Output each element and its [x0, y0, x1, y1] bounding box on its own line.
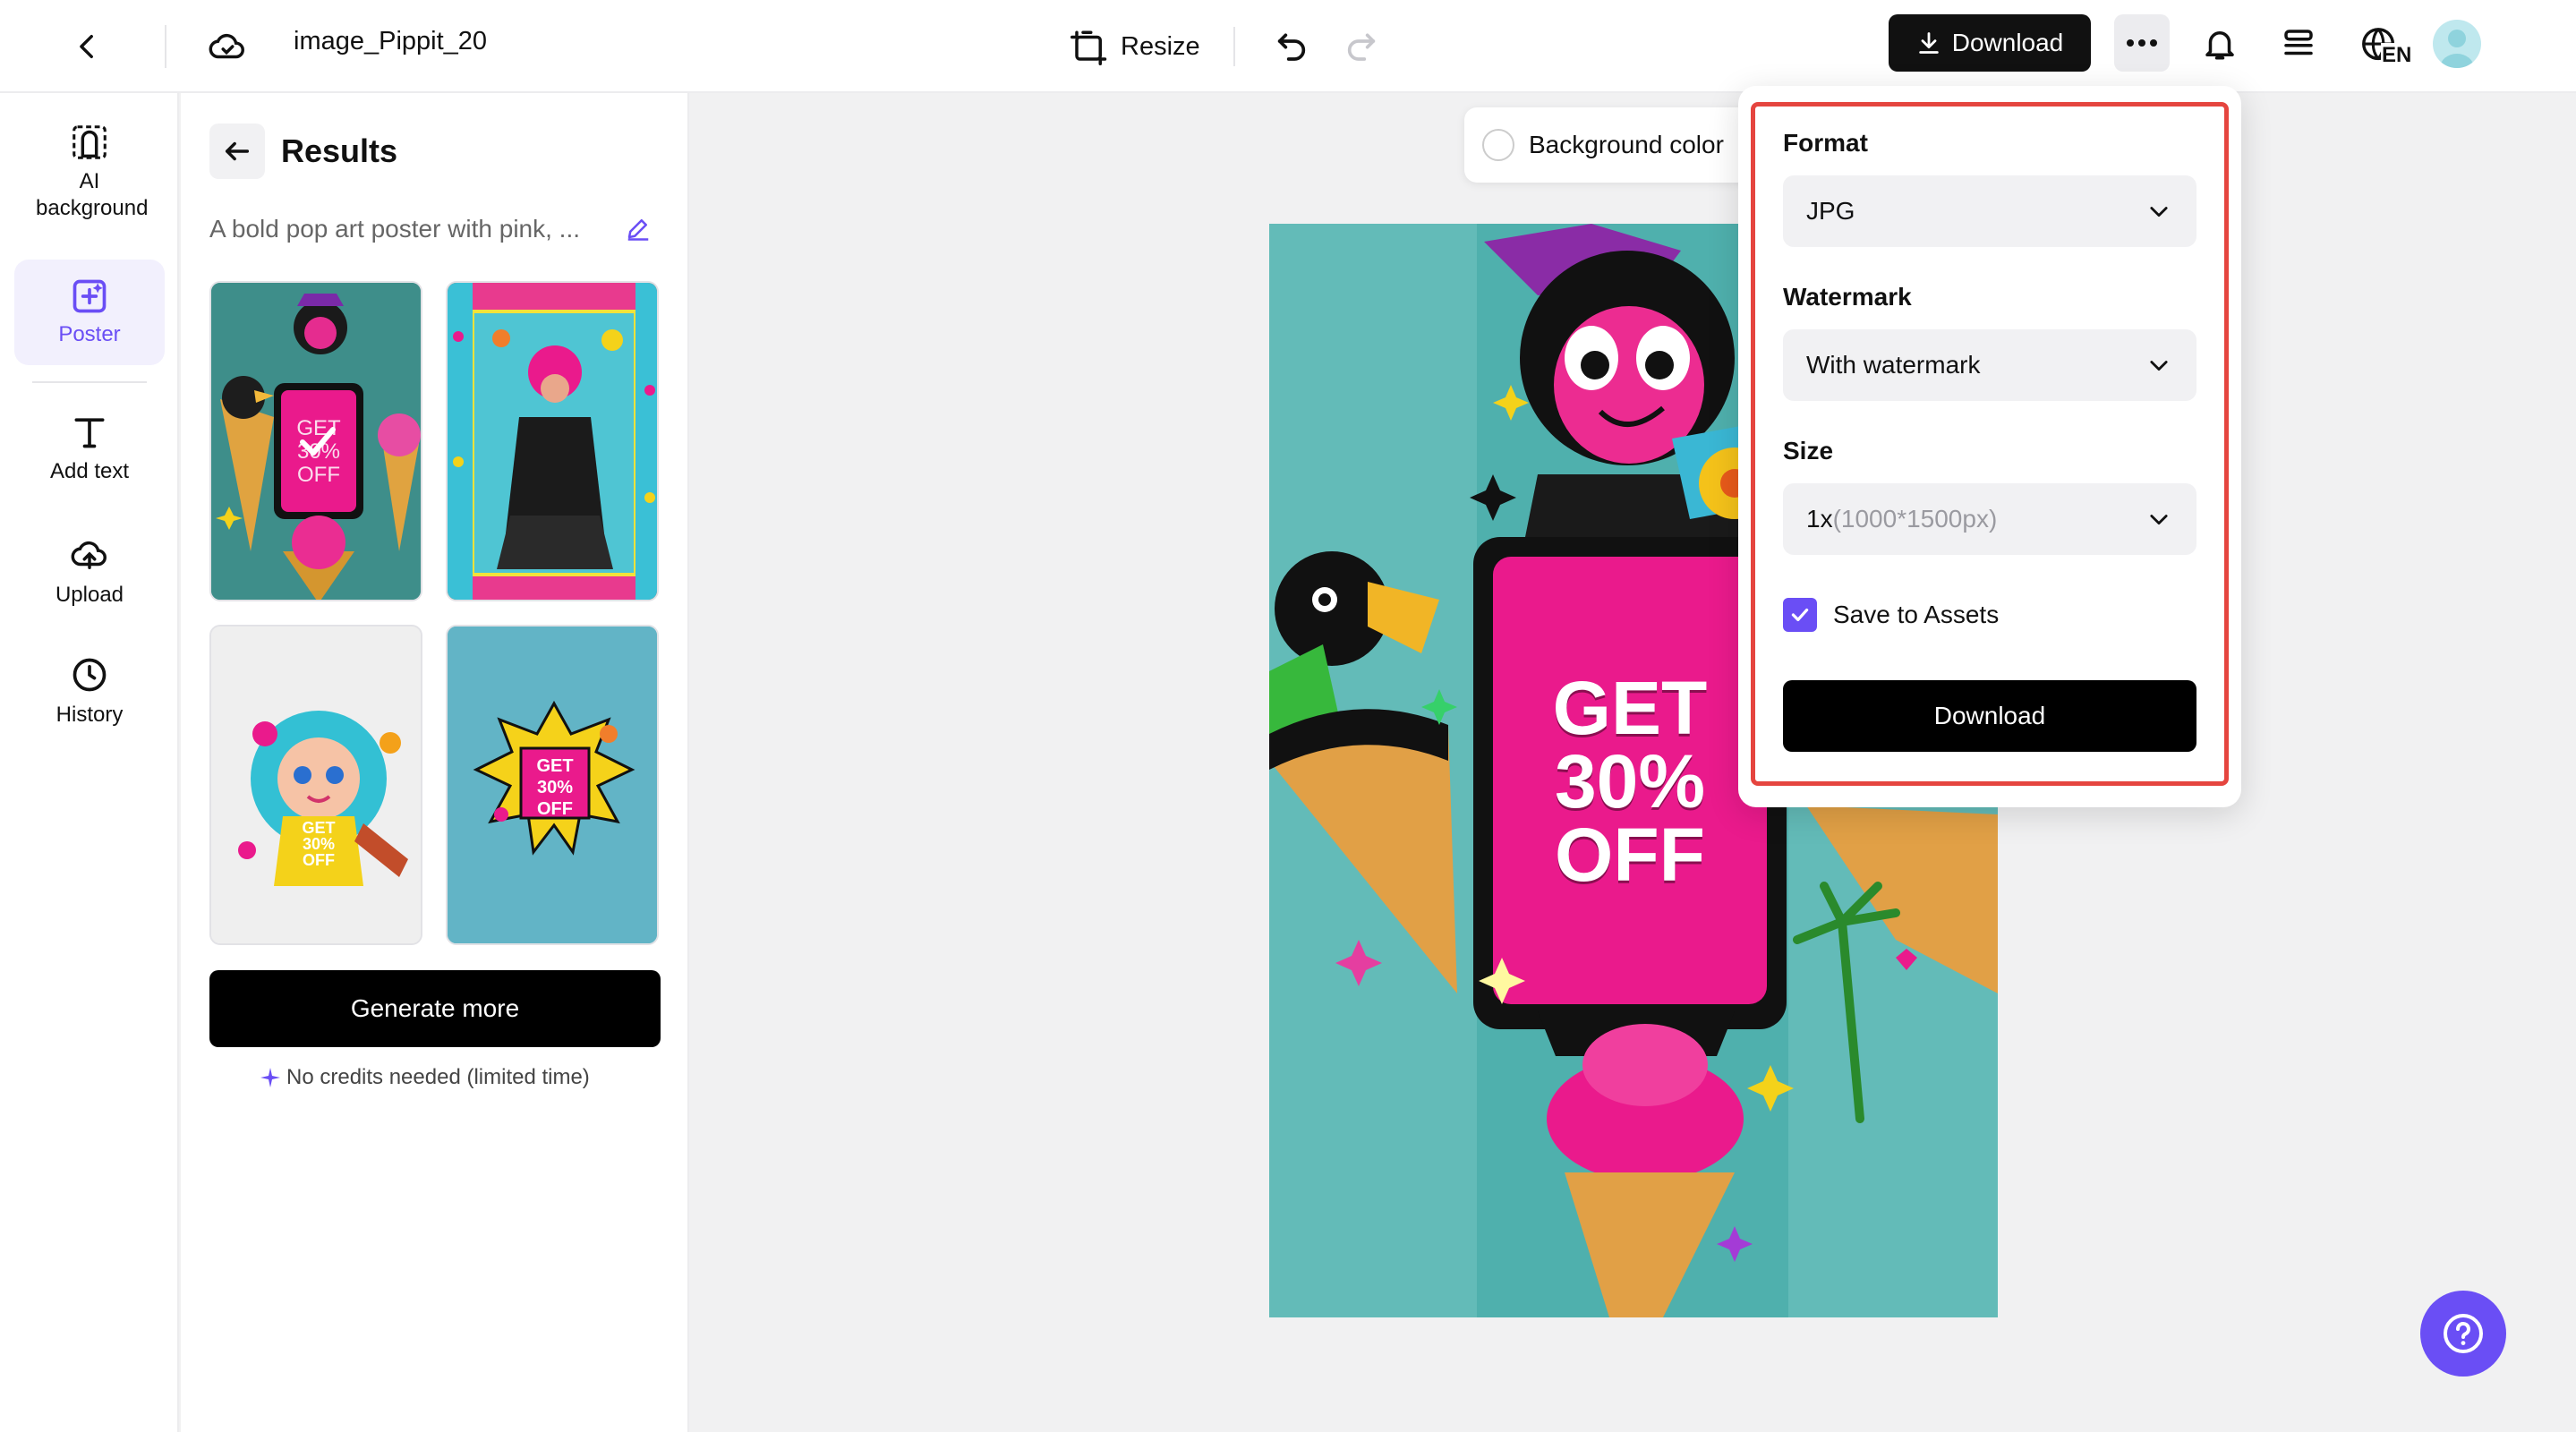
- chevron-left-icon: [80, 34, 93, 59]
- user-avatar-icon: [2440, 30, 2474, 68]
- format-select[interactable]: JPG: [1783, 175, 2196, 247]
- poster-headline: GET 30% OFF: [1493, 666, 1767, 897]
- format-value: JPG: [1806, 197, 1855, 225]
- selected-check-icon: [300, 427, 336, 456]
- generate-more-label: Generate more: [350, 994, 520, 1022]
- sidebar-item-poster[interactable]: Poster: [14, 260, 165, 365]
- thumbnail-caption: GET 30% OFF: [536, 756, 574, 819]
- more-horizontal-icon: [2127, 39, 2157, 47]
- canvas-area: Background color GET 30% OFF: [691, 93, 2576, 1432]
- question-mark-icon: [2444, 1314, 2483, 1353]
- result-thumbnail-1[interactable]: GET 30% OFF: [209, 281, 422, 601]
- sidebar-item-ai-background[interactable]: AI background: [14, 122, 165, 238]
- size-label: Size: [1783, 437, 1834, 465]
- tool-sidebar: AI background Poster Add text Upload His…: [0, 93, 179, 1432]
- sidebar-item-history[interactable]: History: [14, 655, 165, 745]
- chevron-down-icon: [2150, 361, 2168, 371]
- chevron-down-icon: [2150, 207, 2168, 217]
- pencil-icon: [627, 219, 649, 241]
- sidebar-item-label: Add text: [49, 459, 130, 483]
- credits-note-text: No credits needed (limited time): [286, 1065, 590, 1089]
- language-code: EN: [2381, 43, 2413, 68]
- cloud-icon: [209, 33, 244, 59]
- size-value-detail: (1000*1500px): [1832, 505, 1998, 533]
- credits-note: No credits needed (limited time): [260, 1065, 590, 1090]
- poster-line-2: 30%: [1554, 739, 1706, 823]
- layers-icon: [2284, 30, 2313, 55]
- cloud-save-button[interactable]: [200, 21, 254, 72]
- history-icon: [73, 658, 107, 692]
- avatar[interactable]: [2433, 20, 2481, 68]
- back-button[interactable]: [63, 21, 113, 72]
- download-confirm-button[interactable]: Download: [1783, 680, 2196, 752]
- undo-button[interactable]: [1266, 20, 1318, 72]
- resize-button[interactable]: Resize: [1070, 20, 1200, 73]
- resize-icon: [1070, 30, 1107, 65]
- size-select[interactable]: 1x (1000*1500px): [1783, 483, 2196, 555]
- size-value-main: 1x: [1806, 505, 1833, 533]
- notifications-button[interactable]: [2195, 18, 2245, 70]
- sidebar-item-upload[interactable]: Upload: [14, 533, 165, 623]
- format-label: Format: [1783, 129, 1868, 157]
- background-color-label: Background color: [1529, 131, 1724, 158]
- thumbnail-art: [211, 626, 421, 943]
- arrow-left-icon: [225, 141, 250, 161]
- redo-icon: [1347, 33, 1376, 61]
- poster-line-3: OFF: [1555, 813, 1705, 897]
- poster-line-1: GET: [1552, 666, 1708, 750]
- help-button[interactable]: [2420, 1291, 2506, 1377]
- thumbnail-caption: GET 30% OFF: [302, 819, 336, 869]
- watermark-select[interactable]: With watermark: [1783, 329, 2196, 401]
- redo-button[interactable]: [1335, 20, 1387, 72]
- sidebar-divider: [32, 381, 147, 383]
- layers-button[interactable]: [2273, 18, 2324, 70]
- save-to-assets-checkbox[interactable]: Save to Assets: [1783, 598, 1999, 632]
- download-dropdown: Format JPG Watermark With watermark Size…: [1738, 86, 2241, 807]
- results-title: Results: [281, 132, 398, 169]
- file-name[interactable]: image_Pippit_20: [294, 27, 487, 56]
- poster-icon: [73, 279, 107, 313]
- sidebar-item-label: History: [55, 703, 124, 727]
- text-icon: [74, 418, 105, 448]
- sidebar-item-add-text[interactable]: Add text: [14, 412, 165, 501]
- download-icon: [1919, 32, 1939, 54]
- divider: [1233, 27, 1235, 66]
- prompt-text: A bold pop art poster with pink, ...: [209, 215, 581, 243]
- result-thumbnail-3[interactable]: GET 30% OFF: [209, 625, 422, 945]
- header-download-button[interactable]: Download: [1889, 14, 2091, 72]
- generate-more-button[interactable]: Generate more: [209, 970, 661, 1047]
- download-confirm-label: Download: [1933, 702, 2046, 729]
- checkbox-checked-icon: [1783, 598, 1817, 632]
- results-panel: Results A bold pop art poster with pink,…: [181, 93, 689, 1432]
- upload-icon: [71, 541, 107, 570]
- sidebar-item-label: Poster: [58, 322, 121, 346]
- edit-prompt-button[interactable]: [619, 209, 657, 247]
- result-thumbnail-4[interactable]: GET 30% OFF: [446, 625, 659, 945]
- bell-icon: [2205, 31, 2234, 60]
- resize-label: Resize: [1121, 31, 1200, 61]
- ai-background-icon: [73, 125, 107, 159]
- color-swatch-icon: [1482, 129, 1514, 161]
- header-download-label: Download: [1951, 29, 2064, 56]
- save-to-assets-label: Save to Assets: [1833, 601, 2000, 628]
- sidebar-item-label: Upload: [55, 583, 124, 607]
- undo-icon: [1277, 33, 1306, 61]
- thumbnail-art: [448, 283, 657, 600]
- divider: [165, 25, 166, 68]
- watermark-label: Watermark: [1783, 283, 1912, 311]
- chevron-down-icon: [2150, 515, 2168, 525]
- sparkle-icon: [260, 1068, 280, 1087]
- language-button[interactable]: EN: [2350, 18, 2413, 73]
- more-button[interactable]: [2114, 14, 2170, 72]
- watermark-value: With watermark: [1806, 351, 1981, 379]
- background-color-button[interactable]: Background color: [1464, 107, 1760, 183]
- top-bar: image_Pippit_20 Resize Download EN: [0, 0, 2576, 93]
- results-back-button[interactable]: [209, 124, 265, 179]
- result-thumbnail-2[interactable]: [446, 281, 659, 601]
- sidebar-item-label: AI background: [36, 169, 149, 220]
